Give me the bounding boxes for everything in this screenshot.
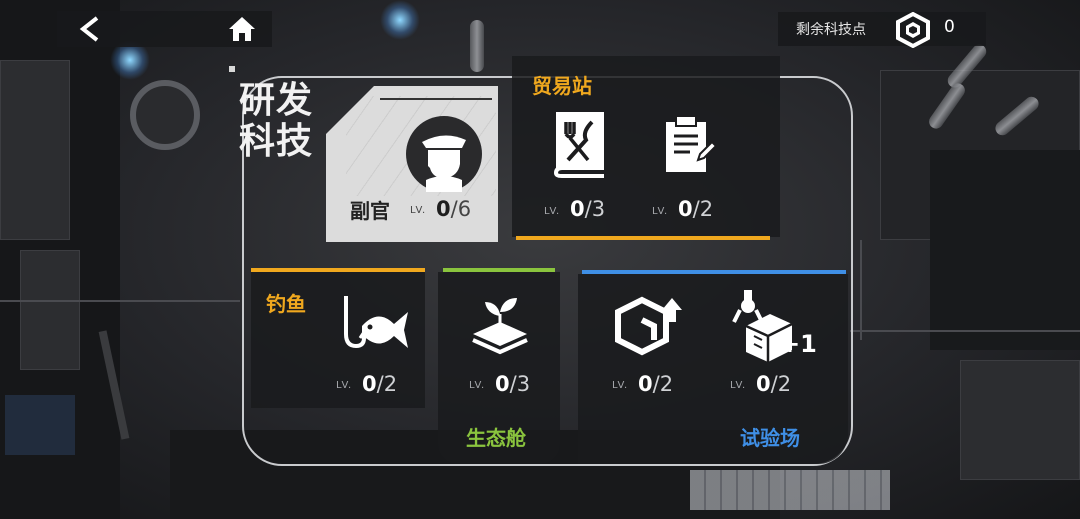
ecopod-level: 0/3: [495, 372, 530, 396]
testing-cube-node[interactable]: LV. 0/2: [600, 290, 700, 404]
testing-robot-node[interactable]: +1 LV. 0/2: [718, 290, 828, 404]
ecopod-level-current: 0: [495, 372, 510, 396]
trade-clipboard-lv-prefix: LV.: [652, 206, 669, 217]
trade-clipboard-level: 0/2: [678, 197, 713, 221]
tech-points-label: 剩余科技点: [796, 22, 866, 38]
adjutant-label: 副官: [350, 199, 390, 223]
testing-robot-badge: +1: [780, 330, 817, 358]
trade-dining-lv-prefix: LV.: [544, 206, 561, 217]
back-button[interactable]: [70, 12, 110, 46]
trade-station-accent-bar: [516, 236, 770, 240]
trade-clipboard-level-max: /2: [692, 197, 714, 221]
fishing-title: 钓鱼: [266, 292, 306, 316]
trade-clipboard-node[interactable]: LV. 0/2: [648, 104, 728, 224]
officer-portrait-icon: [406, 116, 482, 192]
testing-cube-level: 0/2: [638, 372, 673, 396]
hooked-fish-icon: [344, 296, 408, 349]
page-title-line-2: 科技: [239, 121, 314, 162]
testing-robot-level-current: 0: [756, 372, 771, 396]
adjutant-lv-prefix: LV.: [410, 205, 427, 216]
fishing-node[interactable]: LV. 0/2: [320, 290, 420, 404]
page-title: 研发 科技: [239, 80, 313, 162]
trade-dining-node[interactable]: LV. 0/3: [540, 104, 620, 224]
trade-station-title: 贸易站: [532, 74, 592, 98]
adjutant-level-max: /6: [450, 197, 472, 221]
fishing-level-current: 0: [362, 372, 377, 396]
dining-book-icon: [553, 112, 604, 178]
trade-dining-level-current: 0: [570, 197, 585, 221]
ecopod-lv-prefix: LV.: [469, 380, 486, 391]
fishing-level: 0/2: [362, 372, 397, 396]
trade-clipboard-level-current: 0: [678, 197, 693, 221]
cube-upgrade-icon: [615, 296, 682, 356]
testing-ground-title: 试验场: [740, 426, 800, 450]
sprout-layers-icon: [472, 298, 528, 355]
ecopod-level-max: /3: [509, 372, 531, 396]
ecopod-node[interactable]: LV. 0/3: [443, 290, 555, 404]
testing-cube-level-current: 0: [638, 372, 653, 396]
fishing-level-max: /2: [376, 372, 398, 396]
testing-robot-lv-prefix: LV.: [730, 380, 747, 391]
testing-cube-level-max: /2: [652, 372, 674, 396]
clipboard-icon: [666, 115, 716, 172]
tech-points-value: 0: [944, 17, 955, 37]
adjutant-level-current: 0: [436, 197, 451, 221]
trade-dining-level: 0/3: [570, 197, 605, 221]
home-button[interactable]: [222, 12, 262, 46]
ecopod-title: 生态舱: [466, 426, 526, 450]
page-title-line-1: 研发: [239, 80, 314, 121]
fishing-lv-prefix: LV.: [336, 380, 353, 391]
tech-point-hexagon-icon: [896, 12, 930, 48]
chevron-left-icon: [79, 16, 99, 42]
testing-robot-level-max: /2: [770, 372, 792, 396]
home-icon: [229, 17, 255, 41]
testing-cube-lv-prefix: LV.: [612, 380, 629, 391]
adjutant-card-topline: [380, 98, 492, 100]
frame-corner-marker: [229, 66, 235, 72]
adjutant-level: 0/6: [436, 197, 471, 221]
testing-robot-level: 0/2: [756, 372, 791, 396]
trade-dining-level-max: /3: [584, 197, 606, 221]
